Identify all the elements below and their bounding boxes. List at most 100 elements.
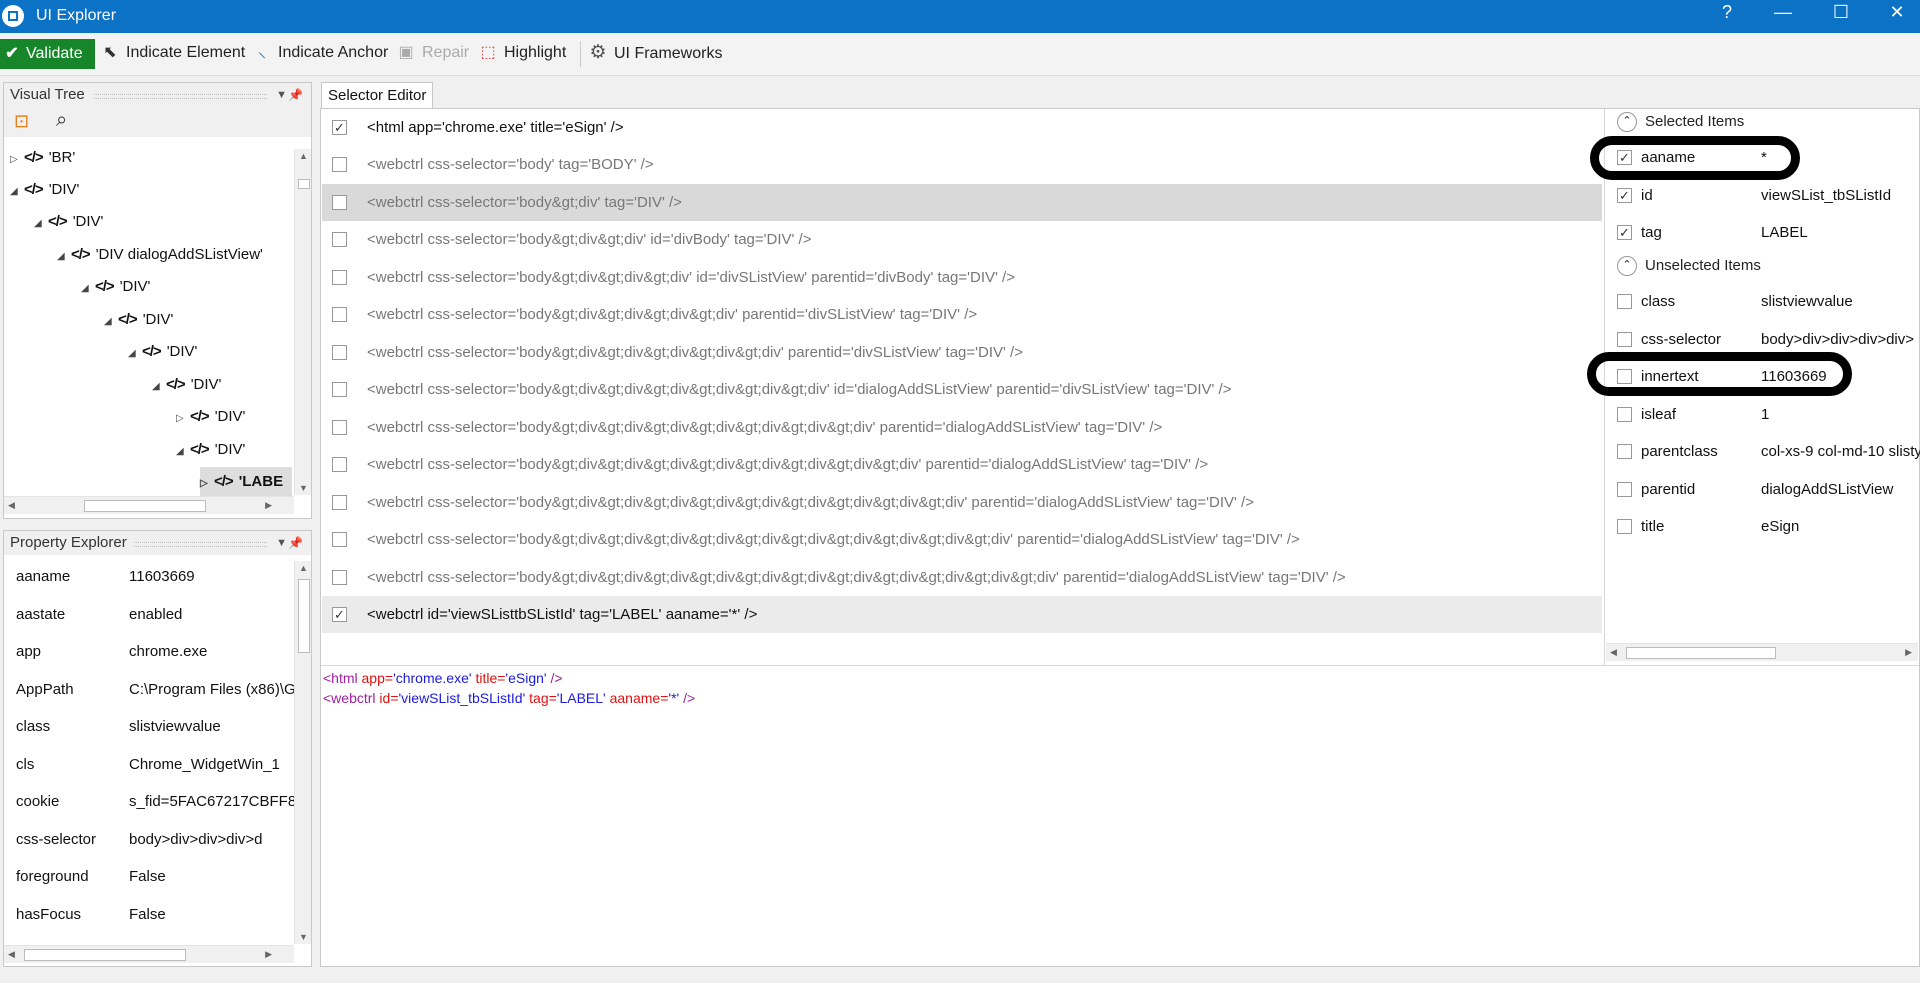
node-checkbox[interactable]: [332, 232, 347, 247]
attribute-value[interactable]: dialogAddSListView: [1761, 471, 1893, 508]
node-checkbox[interactable]: ✓: [332, 120, 347, 135]
node-checkbox[interactable]: [332, 570, 347, 585]
tree-item[interactable]: ◢ </> 'DIV': [152, 370, 221, 400]
attribute-row[interactable]: title eSign: [1613, 508, 1913, 545]
collapse-icon[interactable]: ◢: [81, 274, 95, 304]
node-checkbox[interactable]: [332, 420, 347, 435]
selector-node-row[interactable]: <webctrl css-selector='body&gt;div&gt;di…: [322, 446, 1602, 483]
node-checkbox[interactable]: [332, 307, 347, 322]
maximize-button[interactable]: ☐: [1818, 0, 1864, 33]
selector-node-row[interactable]: <webctrl css-selector='body&gt;div&gt;di…: [322, 259, 1602, 296]
attribute-row[interactable]: parentid dialogAddSListView: [1613, 471, 1913, 508]
collapse-icon[interactable]: ◢: [10, 177, 24, 207]
collapse-icon[interactable]: ◢: [128, 339, 142, 369]
scroll-left-icon[interactable]: ◀: [8, 949, 15, 960]
tree-item[interactable]: ◢ </> 'DIV': [176, 435, 245, 465]
node-checkbox[interactable]: [332, 157, 347, 172]
collapse-icon[interactable]: ⌃: [1617, 112, 1637, 133]
attribute-checkbox[interactable]: ✓: [1617, 188, 1632, 203]
attribute-checkbox[interactable]: [1617, 482, 1632, 497]
attribute-checkbox[interactable]: [1617, 294, 1632, 309]
expand-icon[interactable]: ▷: [176, 404, 190, 434]
collapse-icon[interactable]: ◢: [176, 437, 190, 467]
pin-icon[interactable]: 📌: [288, 83, 303, 107]
tree-horizontal-scrollbar[interactable]: ◀ ▶: [4, 496, 294, 514]
close-button[interactable]: ✕: [1874, 0, 1920, 33]
selector-node-row[interactable]: <webctrl css-selector='body&gt;div&gt;di…: [322, 221, 1602, 258]
collapse-icon[interactable]: ◢: [152, 372, 166, 402]
attribute-checkbox[interactable]: [1617, 407, 1632, 422]
minimize-button[interactable]: —: [1760, 0, 1806, 33]
scroll-thumb[interactable]: [298, 579, 310, 653]
tree-item-selected[interactable]: ▷ </> 'LABE: [200, 467, 292, 497]
selector-node-row[interactable]: <webctrl css-selector='body&gt;div&gt;di…: [322, 409, 1602, 446]
attribute-value[interactable]: eSign: [1761, 508, 1799, 545]
tree-item[interactable]: ◢ </> 'DIV': [104, 305, 173, 335]
attribute-checkbox[interactable]: [1617, 519, 1632, 534]
selector-node-row[interactable]: <webctrl css-selector='body' tag='BODY' …: [322, 146, 1602, 183]
collapse-icon[interactable]: ◢: [104, 307, 118, 337]
selector-node-row[interactable]: <webctrl css-selector='body&gt;div&gt;di…: [322, 559, 1602, 596]
scroll-left-icon[interactable]: ◀: [1610, 647, 1617, 658]
attribute-row[interactable]: ✓ id viewSList_tbSListId: [1613, 177, 1913, 214]
scroll-down-icon[interactable]: ▼: [299, 932, 308, 942]
unselected-items-group[interactable]: ⌃ Unselected Items: [1617, 251, 1761, 281]
scroll-thumb[interactable]: [24, 949, 186, 961]
scroll-right-icon[interactable]: ▶: [265, 500, 272, 511]
indicate-anchor-button[interactable]: ⸜ Indicate Anchor: [252, 40, 388, 66]
indicate-element-button[interactable]: ⬉ Indicate Element: [100, 40, 245, 66]
selector-node-row[interactable]: <webctrl css-selector='body&gt;div&gt;di…: [322, 334, 1602, 371]
property-horizontal-scrollbar[interactable]: ◀ ▶: [4, 945, 294, 963]
help-button[interactable]: ?: [1704, 0, 1750, 33]
scroll-left-icon[interactable]: ◀: [8, 500, 15, 511]
tree-item[interactable]: ◢ </> 'DIV': [81, 272, 150, 302]
search-icon[interactable]: ⌕: [56, 109, 67, 132]
node-checkbox[interactable]: [332, 345, 347, 360]
node-checkbox[interactable]: ✓: [332, 607, 347, 622]
selector-preview[interactable]: <html app='chrome.exe' title='eSign' /> …: [323, 668, 695, 708]
attribute-checkbox[interactable]: [1617, 332, 1632, 347]
attribute-checkbox[interactable]: ✓: [1617, 225, 1632, 240]
attribute-row[interactable]: isleaf 1: [1613, 396, 1913, 433]
node-checkbox[interactable]: [332, 382, 347, 397]
tree-vertical-scrollbar[interactable]: ▲ ▼: [294, 149, 311, 495]
attribute-value[interactable]: slistviewvalue: [1761, 283, 1853, 320]
selected-items-group[interactable]: ⌃ Selected Items: [1617, 107, 1744, 137]
tree-item[interactable]: ◢ </> 'DIV': [128, 337, 197, 367]
expand-icon[interactable]: ▷: [10, 145, 24, 175]
attribute-value[interactable]: LABEL: [1761, 214, 1808, 251]
scroll-down-icon[interactable]: ▼: [299, 483, 308, 493]
scroll-thumb[interactable]: [298, 179, 310, 189]
validate-button[interactable]: ✔ Validate: [0, 39, 95, 69]
tree-item[interactable]: ◢ </> 'DIV dialogAddSListView': [57, 240, 263, 270]
expand-icon[interactable]: ▷: [200, 469, 214, 499]
scroll-up-icon[interactable]: ▲: [299, 151, 308, 161]
node-checkbox[interactable]: [332, 195, 347, 210]
tab-selector-editor[interactable]: Selector Editor: [321, 82, 433, 108]
selector-node-row[interactable]: <webctrl css-selector='body&gt;div&gt;di…: [322, 521, 1602, 558]
ui-frameworks-button[interactable]: ⚙ UI Frameworks: [588, 40, 722, 66]
target-icon[interactable]: ⊡: [14, 111, 29, 132]
tree-item[interactable]: ◢ </> 'DIV': [10, 175, 79, 205]
scroll-right-icon[interactable]: ▶: [265, 949, 272, 960]
selector-node-row[interactable]: <webctrl css-selector='body&gt;div' tag=…: [322, 184, 1602, 221]
attribute-value[interactable]: 1: [1761, 396, 1769, 433]
pin-icon[interactable]: 📌: [288, 531, 303, 555]
scroll-thumb[interactable]: [1626, 647, 1776, 659]
node-checkbox[interactable]: [332, 495, 347, 510]
selector-node-row[interactable]: ✓ <webctrl id='viewSListtbSListId' tag='L…: [322, 596, 1602, 633]
collapse-icon[interactable]: ◢: [34, 209, 48, 239]
selector-node-row[interactable]: <webctrl css-selector='body&gt;div&gt;di…: [322, 371, 1602, 408]
attribute-checkbox[interactable]: [1617, 444, 1632, 459]
selector-node-row[interactable]: <webctrl css-selector='body&gt;div&gt;di…: [322, 484, 1602, 521]
node-checkbox[interactable]: [332, 532, 347, 547]
tree-item[interactable]: ▷ </> 'BR': [10, 143, 75, 173]
attribute-row[interactable]: ✓ tag LABEL: [1613, 214, 1913, 251]
scroll-thumb[interactable]: [84, 500, 206, 512]
scroll-right-icon[interactable]: ▶: [1905, 647, 1912, 658]
attribute-value[interactable]: viewSList_tbSListId: [1761, 177, 1891, 214]
repair-button[interactable]: ▣ Repair: [396, 40, 469, 66]
selector-node-row[interactable]: <webctrl css-selector='body&gt;div&gt;di…: [322, 296, 1602, 333]
highlight-button[interactable]: ⬚ Highlight: [478, 40, 566, 66]
scroll-up-icon[interactable]: ▲: [299, 563, 308, 573]
